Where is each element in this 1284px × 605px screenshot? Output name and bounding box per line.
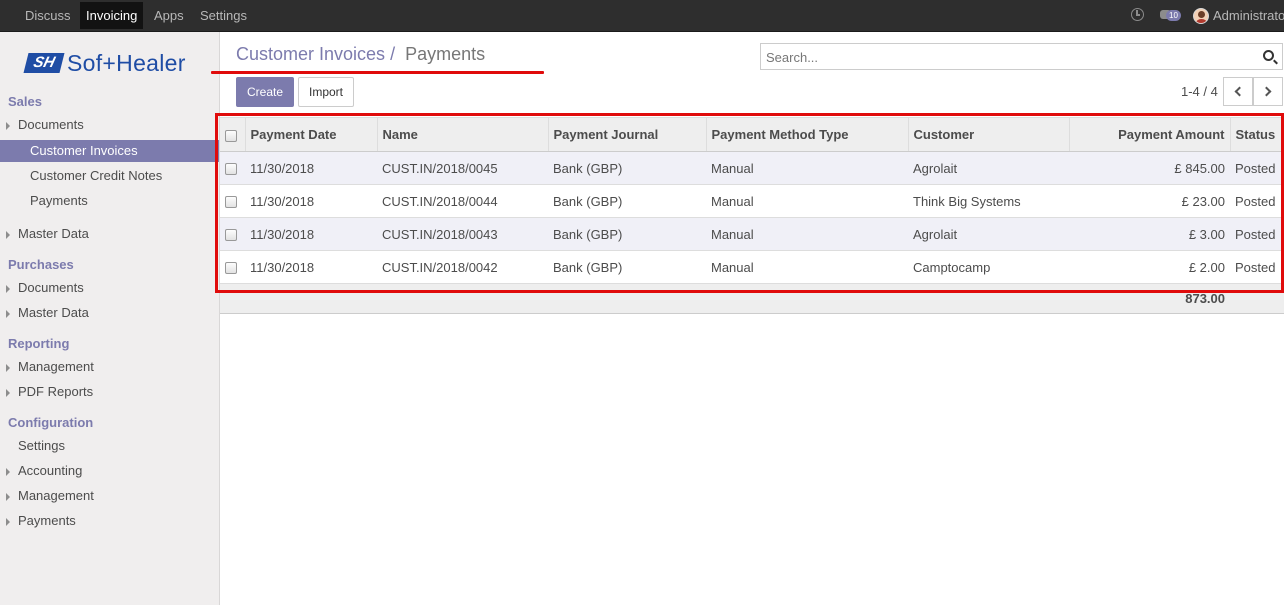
caret-right-icon [6,518,10,526]
sidebar-item-settings[interactable]: Settings [0,435,219,457]
caret-right-icon [6,122,10,130]
caret-right-icon [6,285,10,293]
sidebar-item-config-management[interactable]: Management [0,485,219,507]
caret-right-icon [6,389,10,397]
pager-previous-button[interactable] [1223,77,1253,106]
breadcrumb-separator: / [390,44,396,64]
section-configuration: Configuration [8,415,94,430]
activity-clock-icon[interactable] [1131,8,1144,21]
logo-text: Sof+Healer [67,50,186,76]
breadcrumb: Customer Invoices / Payments [236,44,485,65]
pager-next-button[interactable] [1253,77,1283,106]
nav-apps[interactable]: Apps [148,2,190,29]
section-sales: Sales [8,94,42,109]
section-reporting: Reporting [8,336,70,351]
user-menu[interactable]: Administrator [1213,8,1284,23]
user-avatar[interactable] [1193,8,1209,24]
pager-value[interactable]: 1-4 / 4 [1181,84,1218,99]
breadcrumb-parent-link[interactable]: Customer Invoices [236,44,385,64]
caret-right-icon [6,310,10,318]
sidebar-item-payments[interactable]: Payments [0,190,219,212]
chevron-left-icon [1234,86,1245,97]
sidebar-item-sales-master-data[interactable]: Master Data [0,223,219,245]
chevron-right-icon [1261,86,1272,97]
sidebar-item-accounting[interactable]: Accounting [0,460,219,482]
annotation-underline [211,71,544,74]
messages-badge: 10 [1166,10,1181,21]
sidebar-item-sales-documents[interactable]: Documents [0,114,219,136]
breadcrumb-current: Payments [405,44,486,64]
import-button[interactable]: Import [298,77,354,107]
nav-discuss[interactable]: Discuss [19,2,77,29]
search-box[interactable] [760,43,1283,70]
caret-right-icon [6,468,10,476]
nav-invoicing[interactable]: Invoicing [80,2,144,29]
create-button[interactable]: Create [236,77,294,107]
caret-right-icon [6,493,10,501]
sidebar-item-config-payments[interactable]: Payments [0,510,219,532]
search-input[interactable] [766,48,1246,66]
sidebar-item-purchases-master-data[interactable]: Master Data [0,302,219,324]
sidebar-item-customer-credit-notes[interactable]: Customer Credit Notes [0,165,219,187]
top-navbar: Discuss Invoicing Apps Settings 10 Admin… [0,0,1284,32]
sidebar-item-customer-invoices[interactable]: Customer Invoices [0,140,219,162]
caret-right-icon [6,364,10,372]
search-icon[interactable] [1263,50,1274,61]
logo-mark: SH [23,53,65,73]
annotation-highlight-box [215,113,1284,293]
sidebar: SH Sof+Healer Sales Documents Customer I… [0,32,220,605]
sidebar-item-pdf-reports[interactable]: PDF Reports [0,381,219,403]
sidebar-item-purchases-documents[interactable]: Documents [0,277,219,299]
section-purchases: Purchases [8,257,74,272]
sidebar-item-reporting-management[interactable]: Management [0,356,219,378]
caret-right-icon [6,231,10,239]
nav-settings[interactable]: Settings [194,2,253,29]
